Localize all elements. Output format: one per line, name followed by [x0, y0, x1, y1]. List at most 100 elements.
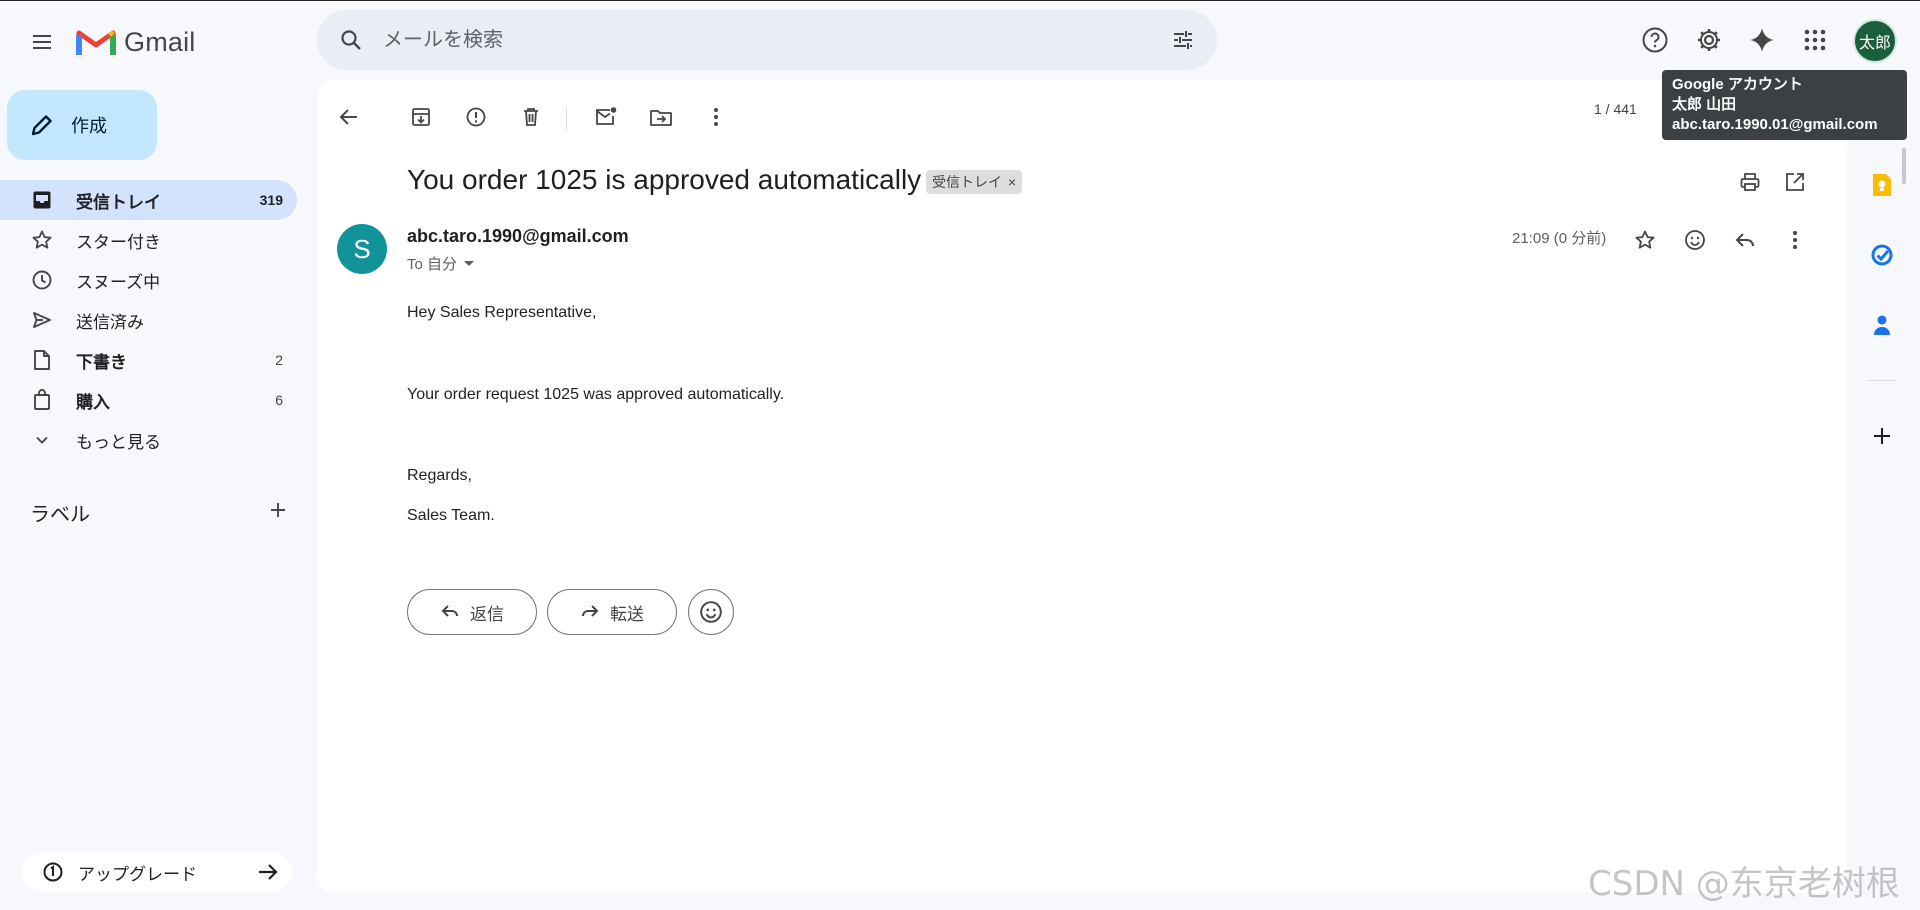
- reply-icon: [441, 605, 458, 617]
- message-subject: You order 1025 is approved automatically: [407, 164, 922, 195]
- forward-label: 転送: [610, 604, 644, 624]
- send-icon: [30, 308, 54, 332]
- sidebar-item-inbox[interactable]: 受信トレイ 319: [0, 180, 297, 220]
- search-icon[interactable]: [335, 24, 367, 56]
- sidebar-item-label: 受信トレイ: [76, 192, 161, 212]
- search-options-icon[interactable]: [1167, 24, 1199, 56]
- star-button[interactable]: [1625, 220, 1665, 260]
- gmail-logo[interactable]: Gmail: [76, 22, 196, 62]
- add-label-icon[interactable]: [268, 500, 288, 526]
- sidebar-item-snoozed[interactable]: スヌーズ中: [0, 260, 297, 300]
- keep-icon: [1873, 174, 1891, 196]
- search-bar[interactable]: [317, 10, 1217, 70]
- message-time: 21:09 (0 分前): [1512, 230, 1607, 247]
- tasks-app-button[interactable]: [1862, 235, 1902, 275]
- shopping-bag-icon: [30, 388, 54, 412]
- inbox-icon: [30, 188, 54, 212]
- contacts-app-button[interactable]: [1862, 305, 1902, 345]
- sidebar-item-purchases[interactable]: 購入 6: [0, 380, 297, 420]
- apps-button[interactable]: [1795, 20, 1835, 60]
- add-reaction-button[interactable]: [1675, 220, 1715, 260]
- move-to-button[interactable]: [642, 98, 680, 136]
- side-panel-scrollbar[interactable]: [1902, 148, 1906, 184]
- sidebar-item-label: スヌーズ中: [76, 272, 161, 292]
- emoji-icon: [1685, 230, 1705, 250]
- archive-icon: [412, 108, 430, 126]
- search-input[interactable]: [383, 24, 1123, 56]
- more-vert-icon: [1793, 231, 1797, 249]
- inbox-label-chip: 受信トレイ ×: [926, 170, 1023, 194]
- plus-icon: [1874, 428, 1890, 444]
- pencil-icon: [31, 115, 52, 136]
- upgrade-label: アップグレード: [78, 864, 197, 884]
- print-icon: [1740, 173, 1760, 191]
- add-addon-button[interactable]: [1862, 416, 1902, 456]
- report-spam-button[interactable]: [457, 98, 495, 136]
- toolbar-divider: [566, 108, 567, 130]
- labels-heading: ラベル: [30, 504, 90, 526]
- unread-count: 319: [259, 192, 283, 208]
- top-border: [0, 0, 1920, 1]
- purchase-count: 6: [275, 392, 283, 408]
- contacts-icon: [1874, 315, 1890, 335]
- body-paragraph: Your order request 1025 was approved aut…: [407, 386, 785, 403]
- sidebar-item-drafts[interactable]: 下書き 2: [0, 340, 297, 380]
- account-avatar[interactable]: 太郎: [1853, 19, 1897, 63]
- compose-button[interactable]: 作成: [7, 90, 157, 160]
- star-icon: [1635, 230, 1655, 249]
- account-tooltip: Google アカウント 太郎 山田 abc.taro.1990.01@gmai…: [1662, 70, 1907, 140]
- delete-button[interactable]: [512, 98, 550, 136]
- app-name: Gmail: [124, 26, 196, 57]
- compose-label: 作成: [71, 116, 107, 136]
- sidebar-item-label: 送信済み: [76, 312, 144, 332]
- keep-app-button[interactable]: [1862, 165, 1902, 205]
- open-in-new-icon: [1786, 173, 1804, 191]
- sidebar-item-more[interactable]: もっと見る: [0, 420, 297, 460]
- more-actions-button[interactable]: [697, 98, 735, 136]
- label-chip-text: 受信トレイ: [932, 174, 1002, 190]
- sidebar-item-label: 購入: [76, 392, 110, 412]
- emoji-icon: [700, 601, 722, 623]
- help-button[interactable]: [1635, 20, 1675, 60]
- gemini-button[interactable]: [1742, 20, 1782, 60]
- remove-label-icon[interactable]: ×: [1008, 174, 1016, 190]
- apps-grid-icon: [1804, 29, 1826, 51]
- draft-count: 2: [275, 352, 283, 368]
- print-button[interactable]: [1730, 162, 1770, 202]
- settings-button[interactable]: [1689, 20, 1729, 60]
- sidebar-item-starred[interactable]: スター付き: [0, 220, 297, 260]
- star-icon: [30, 228, 54, 252]
- tooltip-name: 太郎 山田: [1672, 96, 1737, 113]
- sender-avatar: S: [337, 224, 387, 274]
- message-more-button[interactable]: [1775, 220, 1815, 260]
- upgrade-button[interactable]: アップグレード: [22, 852, 292, 892]
- tasks-icon: [1871, 244, 1893, 266]
- emoji-reaction-button[interactable]: [688, 589, 734, 635]
- reply-icon-button[interactable]: [1725, 220, 1765, 260]
- clock-icon: [30, 268, 54, 292]
- tooltip-title: Google アカウント: [1672, 76, 1803, 93]
- mark-unread-button[interactable]: [587, 98, 625, 136]
- back-button[interactable]: [330, 98, 368, 136]
- caret-down-icon: [464, 260, 475, 266]
- sender-email[interactable]: abc.taro.1990@gmail.com: [407, 226, 629, 247]
- open-new-window-button[interactable]: [1775, 162, 1815, 202]
- draft-icon: [30, 348, 54, 372]
- sidebar-nav: 受信トレイ 319 スター付き スヌーズ中 送信済み 下書き 2 購入 6 もっ…: [0, 180, 297, 460]
- hamburger-menu-icon: [33, 35, 51, 49]
- chevron-down-icon: [30, 428, 54, 452]
- pagination-text: 1 / 441: [1594, 101, 1637, 117]
- sidebar-item-sent[interactable]: 送信済み: [0, 300, 297, 340]
- arrow-right-icon: [259, 864, 278, 880]
- labels-section-header: ラベル: [30, 498, 288, 527]
- sparkle-icon: [1750, 28, 1774, 52]
- archive-button[interactable]: [402, 98, 440, 136]
- recipient-line[interactable]: To 自分: [407, 253, 475, 274]
- body-signature: Sales Team.: [407, 507, 495, 524]
- main-menu-button[interactable]: [22, 22, 62, 62]
- reply-button[interactable]: 返信: [407, 589, 537, 635]
- tooltip-email: abc.taro.1990.01@gmail.com: [1672, 116, 1878, 133]
- forward-button[interactable]: 転送: [547, 589, 677, 635]
- recipient-text: To 自分: [407, 256, 458, 273]
- help-icon: [1642, 27, 1668, 53]
